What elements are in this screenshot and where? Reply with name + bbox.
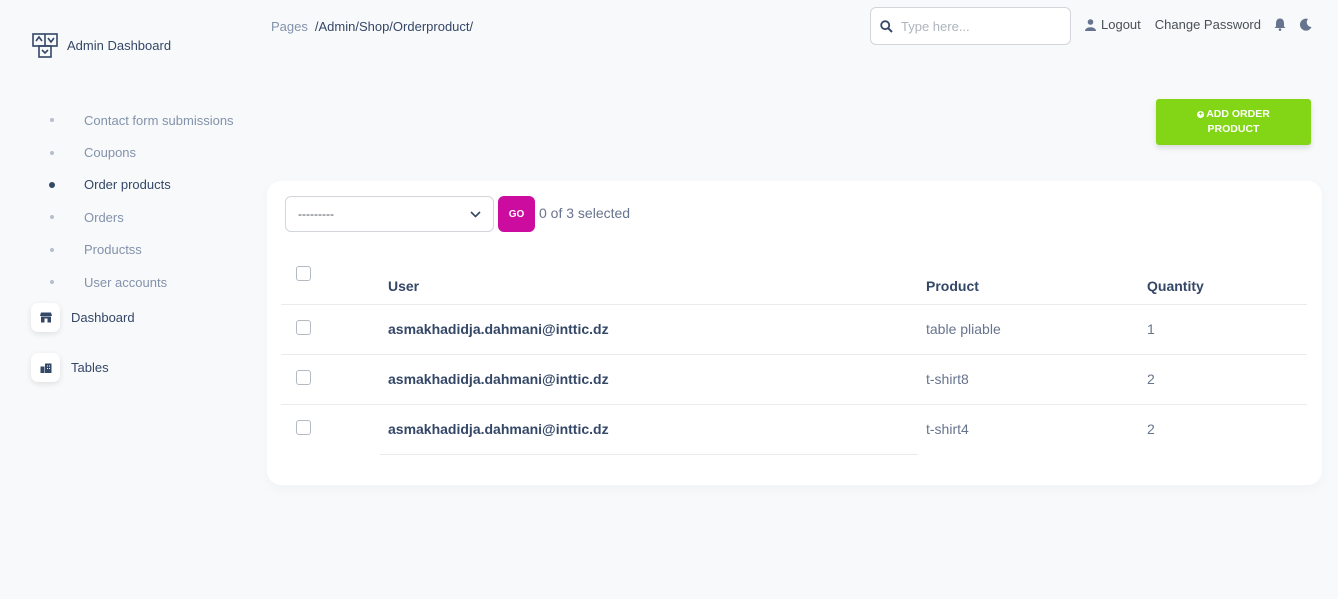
bullet-icon — [49, 181, 55, 188]
user-cell[interactable]: asmakhadidja.dahmani@inttic.dz — [380, 354, 918, 405]
bullet-icon — [50, 215, 54, 220]
sidebar-item-label: Productss — [84, 242, 142, 258]
row-select-cell — [281, 404, 380, 454]
results-table: User Product Quantity asmakhadidja.dahma… — [281, 253, 1307, 455]
brand[interactable]: Admin Dashboard — [32, 32, 171, 59]
add-button-label-line1: ADD ORDER — [1206, 108, 1270, 120]
bullet-icon — [50, 118, 54, 123]
action-select-value: --------- — [298, 207, 334, 221]
quantity-cell: 1 — [1139, 304, 1307, 355]
go-button[interactable]: GO — [498, 196, 535, 232]
sidebar-item-order-products[interactable]: Order products — [48, 169, 234, 201]
brand-title: Admin Dashboard — [67, 38, 172, 53]
row-select-cell — [281, 304, 380, 355]
quantity-cell: 2 — [1147, 421, 1155, 438]
add-button-label-line2: PRODUCT — [1207, 123, 1260, 135]
chevron-down-icon — [470, 210, 481, 218]
sidebar-item-user-accounts[interactable]: User accounts — [48, 266, 234, 298]
sidebar-item-contact-form-submissions[interactable]: Contact form submissions — [48, 104, 234, 136]
sidebar-item-products[interactable]: Productss — [48, 234, 234, 266]
sidebar-item-orders[interactable]: Orders — [48, 201, 234, 233]
sidebar-item-dashboard[interactable]: Dashboard — [31, 303, 135, 332]
sidebar-item-label: Contact form submissions — [84, 112, 234, 128]
sidebar-menu: Contact form submissions Coupons Order p… — [48, 104, 234, 298]
row-checkbox[interactable] — [296, 320, 311, 335]
product-cell: table pliable — [918, 304, 1139, 355]
user-cell[interactable]: asmakhadidja.dahmani@inttic.dz — [380, 304, 918, 355]
sidebar-item-coupons[interactable]: Coupons — [48, 136, 234, 168]
results-card: --------- GO 0 of 3 selected User Produc… — [267, 181, 1322, 485]
sidebar-item-label: Order products — [84, 177, 171, 193]
quantity-cell: 2 — [1139, 354, 1307, 405]
breadcrumb-path: /Admin/Shop/Orderproduct/ — [314, 19, 474, 34]
dashboard-logo-icon — [32, 33, 58, 58]
logout-link[interactable]: Logout — [1085, 17, 1141, 32]
sidebar-item-label: Dashboard — [71, 310, 135, 325]
select-all-checkbox[interactable] — [296, 266, 311, 281]
table-row: asmakhadidja.dahmani@inttic.dz t-shirt4 … — [281, 404, 1307, 455]
user-cell[interactable]: asmakhadidja.dahmani@inttic.dz — [380, 404, 918, 455]
office-icon — [31, 353, 60, 382]
product-cell: t-shirt4 — [926, 421, 969, 438]
bell-icon[interactable] — [1274, 18, 1286, 31]
search-box — [870, 7, 1071, 45]
table-header-row: User Product Quantity — [281, 253, 1307, 305]
table-row: asmakhadidja.dahmani@inttic.dz table pli… — [281, 304, 1307, 355]
row-select-cell — [281, 354, 380, 405]
add-order-product-button[interactable]: + ADD ORDER PRODUCT — [1156, 99, 1311, 145]
bullet-icon — [50, 150, 54, 155]
change-password-link[interactable]: Change Password — [1155, 17, 1261, 32]
table-row: asmakhadidja.dahmani@inttic.dz t-shirt8 … — [281, 354, 1307, 405]
plus-circle-icon: + — [1197, 110, 1205, 118]
sidebar-item-tables[interactable]: Tables — [31, 353, 109, 382]
product-cell: t-shirt8 — [918, 354, 1139, 405]
sidebar-item-label: Coupons — [84, 145, 137, 161]
shop-icon — [31, 303, 60, 332]
row-checkbox[interactable] — [296, 370, 311, 385]
breadcrumb: Pages /Admin/Shop/Orderproduct/ — [271, 19, 473, 34]
logout-label: Logout — [1101, 17, 1141, 32]
sidebar-item-label: Orders — [84, 209, 124, 225]
bullet-icon — [50, 280, 54, 285]
sidebar-item-label: User accounts — [84, 274, 168, 290]
dark-mode-moon-icon[interactable] — [1299, 18, 1312, 31]
action-select[interactable]: --------- — [285, 196, 494, 232]
bullet-icon — [50, 247, 54, 252]
top-nav: Logout Change Password — [1085, 17, 1312, 32]
row-checkbox[interactable] — [296, 420, 311, 436]
column-header-product[interactable]: Product — [918, 253, 1139, 305]
user-icon — [1085, 18, 1096, 31]
column-header-quantity[interactable]: Quantity — [1139, 253, 1307, 305]
column-header-user[interactable]: User — [380, 253, 918, 305]
search-icon — [871, 19, 901, 33]
select-all-cell — [281, 253, 380, 305]
breadcrumb-pages[interactable]: Pages — [271, 19, 308, 34]
selection-counter: 0 of 3 selected — [539, 205, 631, 221]
search-input[interactable] — [901, 18, 1061, 34]
sidebar-item-label: Tables — [71, 360, 109, 375]
